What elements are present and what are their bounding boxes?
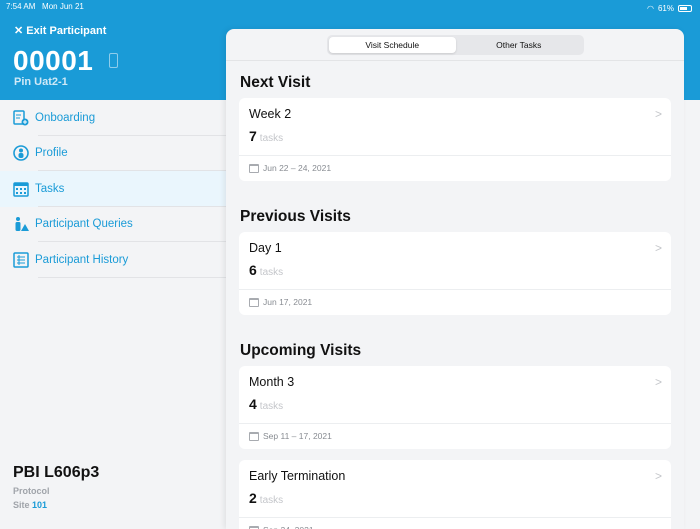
visit-date: Sep 24, 2021 [263, 525, 314, 529]
battery-percent: 61% [658, 4, 674, 13]
task-count-number: 7 [249, 128, 257, 144]
profile-icon [12, 144, 30, 162]
sidebar-item-participant-queries[interactable]: Participant Queries [0, 207, 226, 243]
task-count-unit: tasks [260, 495, 283, 506]
sidebar-item-profile[interactable]: Profile [0, 136, 226, 172]
participant-id: 00001 [13, 45, 93, 77]
sidebar-item-onboarding[interactable]: Onboarding [0, 100, 226, 136]
sidebar-item-label: Tasks [35, 183, 64, 195]
task-count-unit: tasks [260, 401, 283, 412]
wifi-icon: ◠ [647, 4, 654, 13]
clipboard-add-icon [12, 109, 30, 127]
sidebar-item-label: Participant History [35, 254, 128, 266]
section-title: Next Visit [240, 74, 684, 92]
calendar-icon [12, 180, 30, 198]
protocol-label: Protocol [13, 486, 99, 496]
exit-participant-button[interactable]: ✕ Exit Participant [14, 24, 106, 37]
visit-date: Jun 17, 2021 [263, 297, 312, 307]
visit-card[interactable]: Day 1 6tasks > Jun 17, 2021 [239, 232, 671, 315]
sidebar-item-label: Participant Queries [35, 218, 133, 230]
visit-name: Day 1 [249, 241, 282, 255]
tab-visit-schedule[interactable]: Visit Schedule [329, 37, 456, 53]
chevron-right-icon: > [655, 375, 662, 389]
task-count-unit: tasks [260, 267, 283, 278]
sidebar-item-tasks[interactable]: Tasks [0, 171, 226, 207]
task-count: 2tasks [249, 490, 283, 506]
calendar-icon [249, 526, 259, 529]
sidebar: Onboarding Profile Tasks Participant Que… [0, 100, 226, 525]
task-count: 4tasks [249, 396, 283, 412]
task-count-number: 4 [249, 396, 257, 412]
visit-name: Early Termination [249, 469, 345, 483]
section-title: Upcoming Visits [240, 342, 684, 360]
status-date: Mon Jun 21 [42, 2, 84, 11]
person-alert-icon [12, 215, 30, 233]
task-count: 6tasks [249, 262, 283, 278]
phone-icon [109, 53, 118, 68]
visit-name: Week 2 [249, 107, 291, 121]
visit-date: Jun 22 – 24, 2021 [263, 163, 331, 173]
visit-name: Month 3 [249, 375, 294, 389]
calendar-icon [249, 432, 259, 441]
calendar-icon [249, 298, 259, 307]
task-count: 7tasks [249, 128, 283, 144]
protocol-info: PBI L606p3 Protocol Site 101 [13, 464, 99, 510]
schedule-segmented-control: Visit Schedule Other Tasks [327, 35, 584, 55]
visit-date: Sep 11 – 17, 2021 [263, 431, 332, 441]
task-count-number: 6 [249, 262, 257, 278]
tasks-panel: Visit Schedule Other Tasks Next Visit Wee… [226, 29, 684, 529]
chevron-right-icon: > [655, 107, 662, 121]
visit-card[interactable]: Week 2 7tasks > Jun 22 – 24, 2021 [239, 98, 671, 181]
protocol-name: PBI L606p3 [13, 464, 99, 482]
sidebar-item-label: Onboarding [35, 112, 95, 124]
visit-card[interactable]: Early Termination 2tasks > Sep 24, 2021 [239, 460, 671, 529]
participant-pin: Pin Uat2-1 [14, 76, 68, 88]
calendar-icon [249, 164, 259, 173]
visit-card[interactable]: Month 3 4tasks > Sep 11 – 17, 2021 [239, 366, 671, 449]
task-count-unit: tasks [260, 133, 283, 144]
site-number: 101 [32, 500, 47, 510]
battery-icon [678, 5, 692, 12]
task-count-number: 2 [249, 490, 257, 506]
chevron-right-icon: > [655, 241, 662, 255]
site-label: Site [13, 500, 30, 510]
list-icon [12, 251, 30, 269]
sidebar-item-label: Profile [35, 147, 68, 159]
status-time: 7:54 AM [6, 2, 35, 11]
tab-other-tasks[interactable]: Other Tasks [456, 37, 583, 53]
chevron-right-icon: > [655, 469, 662, 483]
section-title: Previous Visits [240, 208, 684, 226]
sidebar-item-participant-history[interactable]: Participant History [0, 242, 226, 278]
status-bar: 7:54 AM Mon Jun 21 ◠ 61% [6, 2, 692, 14]
